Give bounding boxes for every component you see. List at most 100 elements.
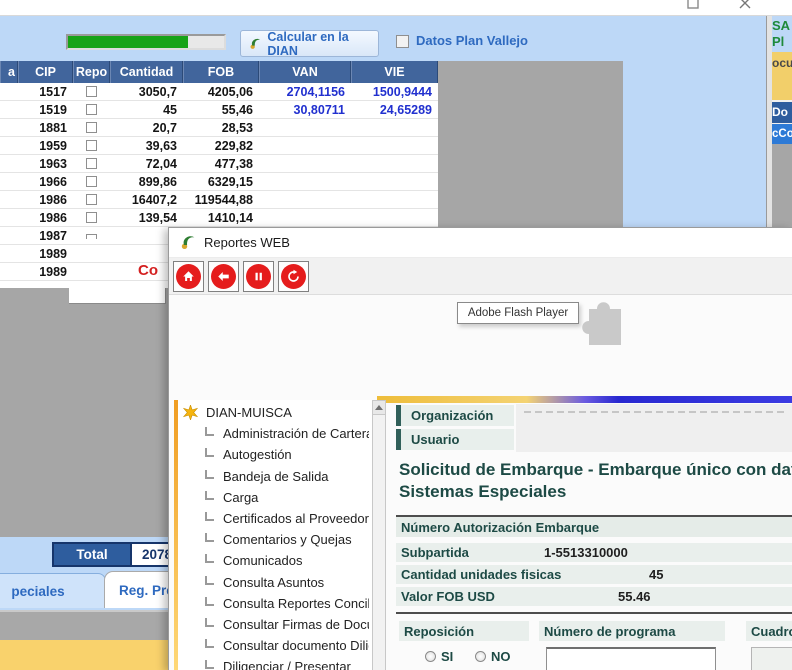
puzzle-plugin-icon[interactable] bbox=[573, 297, 625, 351]
pause-button[interactable] bbox=[243, 261, 274, 292]
field-value-subpartida: 1-5513310000 bbox=[544, 543, 628, 562]
fragment-pl: Pl bbox=[772, 34, 792, 50]
col-header-van[interactable]: VAN bbox=[259, 61, 351, 83]
repo-checkbox[interactable] bbox=[86, 104, 97, 115]
table-row[interactable]: 15173050,74205,062704,11561500,9444 bbox=[0, 83, 438, 101]
menu-item-consulta-reportes[interactable]: Consulta Reportes Conciliaci bbox=[181, 593, 369, 614]
banner-gradient-bar bbox=[377, 396, 792, 403]
fragment-cco[interactable]: cCo bbox=[772, 124, 792, 144]
menu-item-autogestion[interactable]: Autogestión bbox=[181, 444, 369, 465]
tab-usuario[interactable]: Usuario bbox=[396, 429, 514, 450]
field-value-cantidad: 45 bbox=[649, 565, 663, 584]
col-header-fob[interactable]: FOB bbox=[183, 61, 259, 83]
reposicion-header: Reposición bbox=[399, 621, 529, 641]
repo-checkbox[interactable] bbox=[86, 158, 97, 169]
menu-root-dian-muisca[interactable]: DIAN-MUISCA bbox=[181, 402, 369, 423]
table-row[interactable]: 1966899,866329,15 bbox=[0, 173, 438, 191]
numero-programa-input[interactable] bbox=[546, 647, 716, 670]
tab-organizacion[interactable]: Organización bbox=[396, 405, 514, 426]
fragment-sa: SA bbox=[772, 18, 792, 34]
menu-item-bandeja-salida[interactable]: Bandeja de Salida bbox=[181, 466, 369, 487]
radio-si[interactable] bbox=[425, 651, 436, 662]
menu-scrollbar[interactable] bbox=[372, 400, 386, 670]
tree-connector-icon bbox=[205, 660, 214, 669]
repo-checkbox[interactable] bbox=[86, 234, 97, 239]
close-icon[interactable] bbox=[737, 0, 753, 11]
tab-especiales[interactable]: peciales bbox=[0, 573, 106, 608]
calcular-dian-button[interactable]: Calcular en la DIAN bbox=[240, 30, 379, 57]
page-title: Solicitud de Embarque - Embarque único c… bbox=[399, 459, 792, 503]
menu-item-consultar-documento[interactable]: Consultar documento Diligen bbox=[181, 635, 369, 656]
screen: Calcular en la DIAN Datos Plan Vallejo a… bbox=[0, 0, 792, 670]
tree-connector-icon bbox=[205, 448, 214, 457]
radio-no-label: NO bbox=[491, 649, 511, 664]
field-row-subpartida: Subpartida 1-5513310000 bbox=[396, 543, 792, 562]
radio-no[interactable] bbox=[475, 651, 486, 662]
datos-plan-vallejo-checkbox[interactable] bbox=[396, 35, 409, 48]
menu-item-administracion-cartera[interactable]: Administración de Cartera bbox=[181, 423, 369, 444]
tree-connector-icon bbox=[205, 639, 214, 648]
fragment-gray bbox=[772, 144, 792, 227]
field-row-fob: Valor FOB USD 55.46 bbox=[396, 587, 792, 606]
col-header-vie[interactable]: VIE bbox=[351, 61, 438, 83]
section-header: Número Autorización Embarque bbox=[396, 515, 792, 537]
section-divider bbox=[396, 612, 792, 614]
sun-icon bbox=[183, 405, 198, 420]
repo-checkbox[interactable] bbox=[86, 122, 97, 133]
home-icon bbox=[176, 264, 201, 289]
outer-titlebar bbox=[0, 0, 792, 16]
repo-checkbox[interactable] bbox=[86, 212, 97, 223]
back-button[interactable] bbox=[208, 261, 239, 292]
menu-accent-strip bbox=[174, 400, 178, 670]
tree-connector-icon bbox=[205, 554, 214, 563]
tree-connector-icon bbox=[205, 576, 214, 585]
field-value-fob: 55.46 bbox=[618, 587, 651, 606]
menu-item-consultar-firmas[interactable]: Consultar Firmas de Docume bbox=[181, 614, 369, 635]
back-arrow-icon bbox=[211, 264, 236, 289]
repo-checkbox[interactable] bbox=[86, 176, 97, 187]
field-row-cantidad: Cantidad unidades fisicas 45 bbox=[396, 565, 792, 584]
cuadro-field[interactable] bbox=[751, 647, 792, 670]
table-row[interactable]: 196372,04477,38 bbox=[0, 155, 438, 173]
table-row[interactable]: 188120,728,53 bbox=[0, 119, 438, 137]
table-row[interactable]: 15194555,4630,8071124,65289 bbox=[0, 101, 438, 119]
scroll-up-button[interactable] bbox=[373, 401, 385, 415]
menu-item-consulta-asuntos[interactable]: Consulta Asuntos bbox=[181, 572, 369, 593]
reportes-titlebar[interactable]: Reportes WEB bbox=[169, 228, 792, 258]
menu-item-certificados-proveedor[interactable]: Certificados al Proveedor bbox=[181, 508, 369, 529]
numero-programa-header: Número de programa bbox=[539, 621, 725, 641]
tree-connector-icon bbox=[205, 491, 214, 500]
table-row[interactable]: 198616407,2119544,88 bbox=[0, 191, 438, 209]
radio-no-option[interactable]: NO bbox=[475, 649, 511, 664]
datos-plan-vallejo-label: Datos Plan Vallejo bbox=[416, 33, 528, 48]
progress-bar-fill bbox=[68, 36, 188, 48]
fragment-do[interactable]: Do bbox=[772, 102, 792, 123]
dian-logo-icon bbox=[179, 234, 196, 251]
menu-item-comunicados[interactable]: Comunicados bbox=[181, 550, 369, 571]
total-label: Total bbox=[52, 542, 132, 567]
home-button[interactable] bbox=[173, 261, 204, 292]
menu-root-label: DIAN-MUISCA bbox=[206, 405, 292, 420]
maximize-icon[interactable] bbox=[686, 0, 700, 10]
repo-checkbox[interactable] bbox=[86, 86, 97, 97]
radio-si-option[interactable]: SI bbox=[425, 649, 453, 664]
table-row[interactable]: 195939,63229,82 bbox=[0, 137, 438, 155]
table-background-notch bbox=[69, 288, 166, 304]
cuadro-header: Cuadro bbox=[746, 621, 792, 641]
reportes-web-window: Reportes WEB Adobe Flash Player bbox=[168, 227, 792, 670]
flash-player-tooltip: Adobe Flash Player bbox=[457, 302, 579, 324]
radio-si-label: SI bbox=[441, 649, 453, 664]
menu-item-diligenciar-presentar[interactable]: Diligenciar / Presentar bbox=[181, 656, 369, 670]
col-header-cip[interactable]: CIP bbox=[18, 61, 73, 83]
dian-leaf-icon bbox=[248, 36, 262, 51]
menu-item-carga[interactable]: Carga bbox=[181, 487, 369, 508]
refresh-button[interactable] bbox=[278, 261, 309, 292]
menu-item-comentarios-quejas[interactable]: Comentarios y Quejas bbox=[181, 529, 369, 550]
repo-checkbox[interactable] bbox=[86, 140, 97, 151]
menu-tree: DIAN-MUISCA Administración de Cartera Au… bbox=[181, 402, 369, 670]
col-header-repo[interactable]: Repo bbox=[73, 61, 110, 83]
col-header-a[interactable]: a bbox=[0, 61, 18, 83]
repo-checkbox[interactable] bbox=[86, 194, 97, 205]
table-row[interactable]: 1986139,541410,14 bbox=[0, 209, 438, 227]
col-header-cantidad[interactable]: Cantidad bbox=[110, 61, 183, 83]
